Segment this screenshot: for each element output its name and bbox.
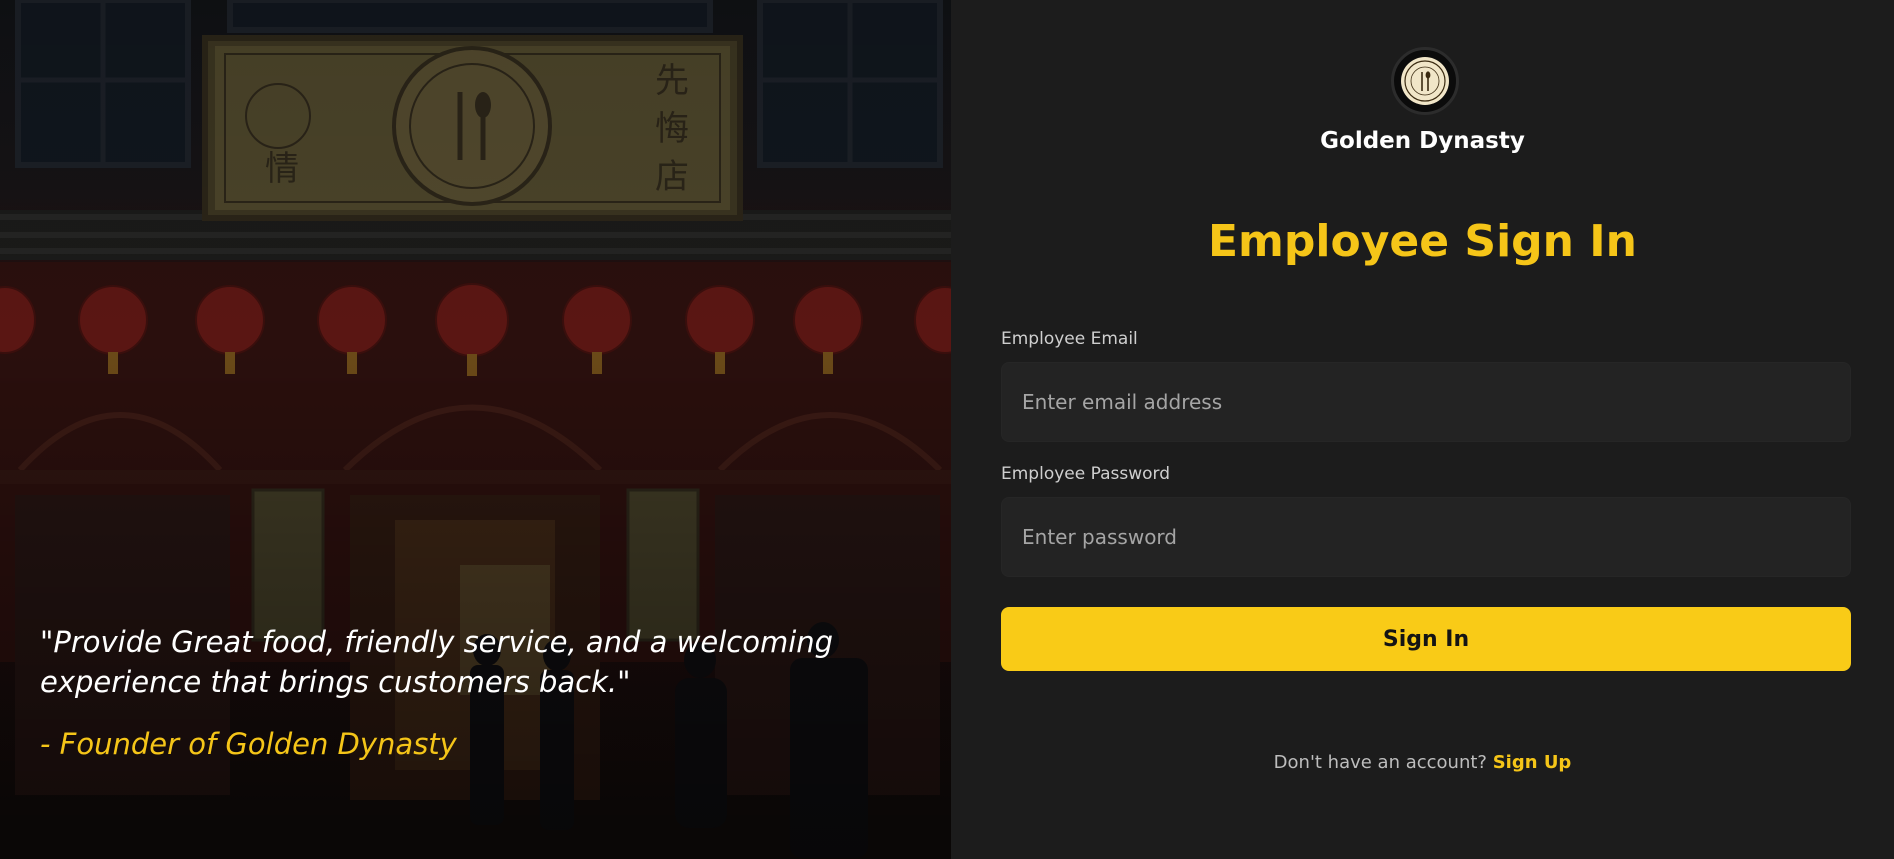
restaurant-logo-icon — [1391, 47, 1459, 115]
email-label: Employee Email — [1001, 329, 1138, 349]
email-field[interactable] — [1001, 362, 1851, 442]
hero-quote: "Provide Great food, friendly service, a… — [40, 625, 834, 699]
password-field[interactable] — [1001, 497, 1851, 577]
signup-prompt-text: Don't have an account? — [1273, 752, 1487, 773]
sign-up-link[interactable]: Sign Up — [1493, 752, 1572, 773]
signup-prompt: Don't have an account? Sign Up — [951, 752, 1894, 773]
sign-in-panel: Golden Dynasty Employee Sign In Employee… — [951, 0, 1894, 859]
password-label: Employee Password — [1001, 464, 1171, 484]
hero-quote-author: - Founder of Golden Dynasty — [40, 727, 457, 761]
sign-in-button[interactable]: Sign In — [1001, 607, 1851, 671]
hero-panel: 情 先 悔 店 — [0, 0, 951, 859]
brand-name: Golden Dynasty — [1320, 128, 1525, 154]
page-title: Employee Sign In — [1208, 216, 1637, 267]
